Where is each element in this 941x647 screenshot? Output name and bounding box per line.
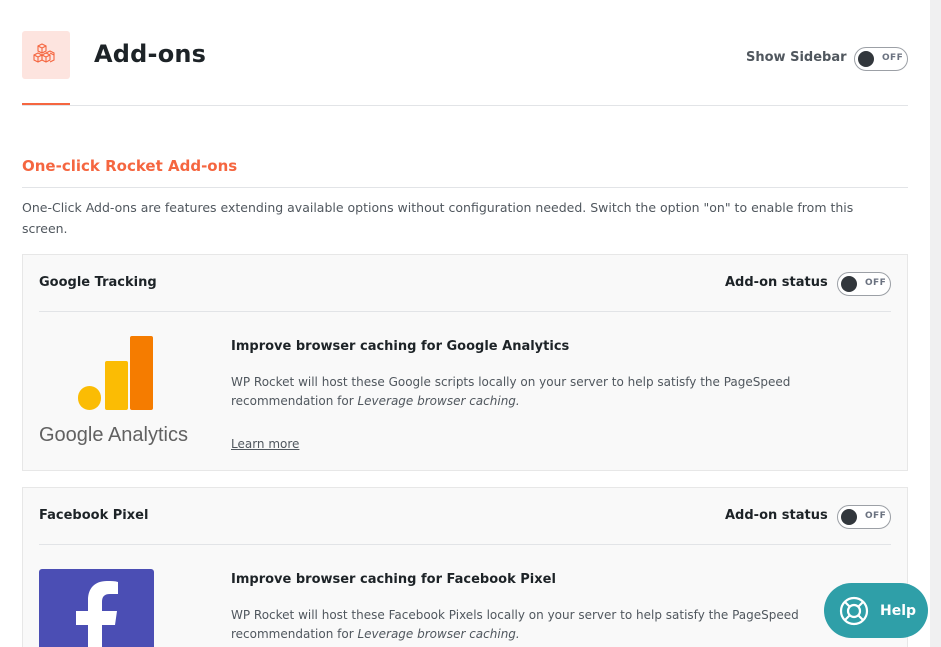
scrollbar[interactable] xyxy=(930,0,941,647)
help-label: Help xyxy=(880,602,917,619)
toggle-state: OFF xyxy=(865,278,887,288)
addon-status-label: Add-on status xyxy=(725,508,828,523)
addon-card-google-tracking: Google Tracking Add-on status OFF Google… xyxy=(22,254,908,471)
addon-status-label: Add-on status xyxy=(725,275,828,290)
addon-description-emphasis: Leverage browser caching. xyxy=(357,394,520,408)
page-header: Add-ons Show Sidebar OFF xyxy=(22,0,908,106)
help-button[interactable]: Help xyxy=(824,583,928,638)
toggle-knob xyxy=(858,51,874,67)
lifebuoy-icon xyxy=(839,596,869,625)
learn-more-link[interactable]: Learn more xyxy=(231,437,299,451)
addon-description: WP Rocket will host these Facebook Pixel… xyxy=(231,606,886,644)
addon-card-header: Google Tracking Add-on status OFF xyxy=(39,255,891,312)
addon-name: Facebook Pixel xyxy=(39,508,149,523)
show-sidebar-toggle[interactable]: OFF xyxy=(854,47,908,71)
addon-title: Improve browser caching for Facebook Pix… xyxy=(231,572,556,587)
toggle-knob xyxy=(841,509,857,525)
addon-card-facebook-pixel: Facebook Pixel Add-on status OFF Improve… xyxy=(22,487,908,647)
addon-description: WP Rocket will host these Google scripts… xyxy=(231,373,886,411)
addon-title: Improve browser caching for Google Analy… xyxy=(231,339,570,354)
toggle-knob xyxy=(841,276,857,292)
toggle-state: OFF xyxy=(882,53,904,63)
google-tracking-toggle[interactable]: OFF xyxy=(837,272,891,296)
section-title: One-click Rocket Add-ons xyxy=(22,157,238,175)
google-analytics-icon xyxy=(78,336,153,410)
show-sidebar-label: Show Sidebar xyxy=(746,50,847,65)
page-title: Add-ons xyxy=(94,40,207,68)
section-description: One-Click Add-ons are features extending… xyxy=(22,200,854,236)
addon-description-emphasis: Leverage browser caching. xyxy=(357,627,520,641)
facebook-pixel-toggle[interactable]: OFF xyxy=(837,505,891,529)
google-analytics-wordmark: Google Analytics xyxy=(39,424,188,446)
facebook-icon xyxy=(39,569,154,647)
google-analytics-logo: Google Analytics xyxy=(39,336,199,451)
divider xyxy=(22,187,908,188)
addon-card-header: Facebook Pixel Add-on status OFF xyxy=(39,488,891,545)
active-tab-underline xyxy=(22,103,70,105)
cubes-icon xyxy=(22,31,70,79)
toggle-state: OFF xyxy=(865,511,887,521)
addon-name: Google Tracking xyxy=(39,275,157,290)
